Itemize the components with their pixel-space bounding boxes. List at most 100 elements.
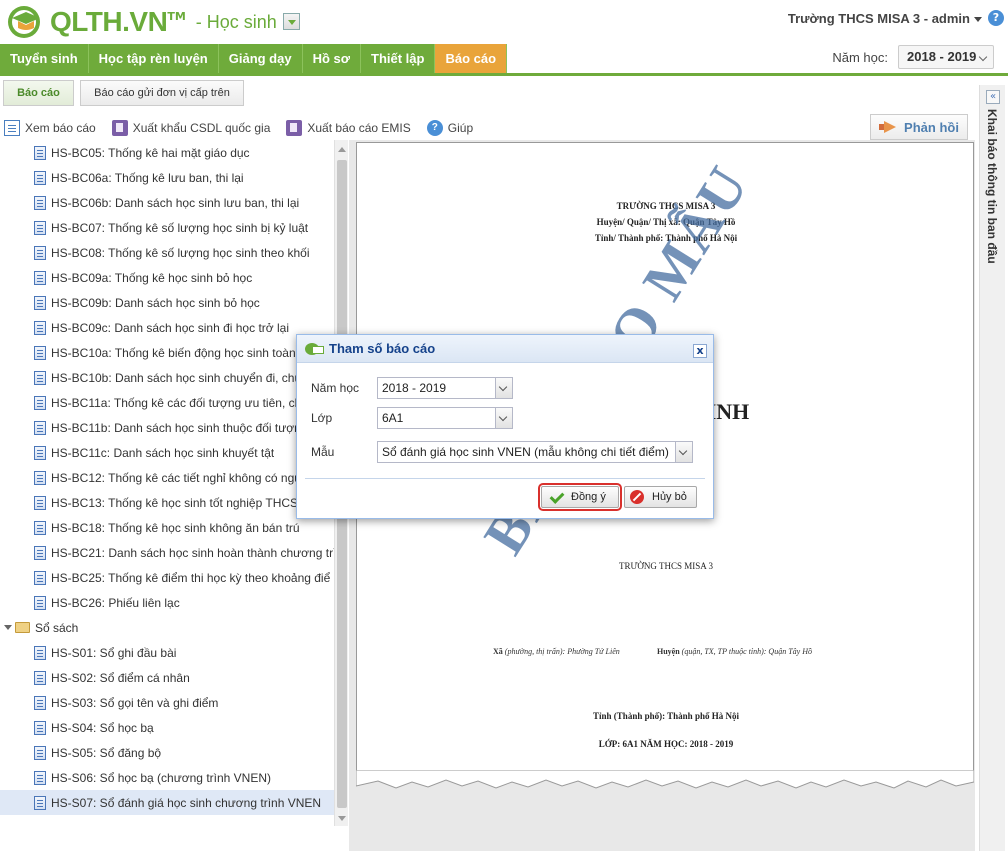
tree-item[interactable]: HS-BC07: Thống kê số lượng học sinh bị k… [0,215,347,240]
view-report-label: Xem báo cáo [25,121,96,135]
document-icon [34,370,46,385]
tree-item[interactable]: HS-BC06b: Danh sách học sinh lưu ban, th… [0,190,347,215]
cancel-button[interactable]: Hủy bỏ [624,486,697,508]
tree-item[interactable]: HS-BC09a: Thống kê học sinh bỏ học [0,265,347,290]
tree-item[interactable]: HS-BC08: Thống kê số lượng học sinh theo… [0,240,347,265]
expand-arrow-icon[interactable] [4,625,12,630]
ok-button[interactable]: Đồng ý [538,483,622,511]
expand-panel-icon[interactable]: « [986,90,1000,104]
template-row: Mẫu Sổ đánh giá học sinh VNEN (mẫu không… [311,441,693,463]
tree-item[interactable]: HS-S01: Sổ ghi đầu bài [0,640,347,665]
tree-item[interactable]: HS-S04: Sổ học bạ [0,715,347,740]
tree-item[interactable]: HS-BC09c: Danh sách học sinh đi học trở … [0,315,347,340]
chevron-down-icon[interactable] [495,378,512,398]
tree-item[interactable]: HS-S02: Sổ điểm cá nhân [0,665,347,690]
dlg-school-year-label: Năm học [311,381,360,395]
tree-item[interactable]: HS-BC10a: Thống kê biến động học sinh to… [0,340,347,365]
preview-class-year: LỚP: 6A1 NĂM HỌC: 2018 - 2019 [598,739,734,749]
tree-item[interactable]: HS-BC10b: Danh sách học sinh chuyển đi, … [0,365,347,390]
chevron-down-icon[interactable] [675,442,692,462]
tree-item[interactable]: HS-BC25: Thống kê điểm thi học kỳ theo k… [0,565,347,590]
side-panel-label[interactable]: Khai báo thông tin ban đầu [985,109,999,264]
tree-item[interactable]: HS-S05: Sổ đăng bộ [0,740,347,765]
document-icon [34,245,46,260]
tree-item[interactable]: HS-BC11a: Thống kê các đối tượng ưu tiên… [0,390,347,415]
tree-item[interactable]: HS-BC11c: Danh sách học sinh khuyết tật [0,440,347,465]
tree-item[interactable]: HS-BC06a: Thống kê lưu ban, thi lại [0,165,347,190]
tree-item[interactable]: HS-BC18: Thống kê học sinh không ăn bán … [0,515,347,540]
preview-commune-hint: (phường, thị trấn): [504,647,566,656]
document-icon [34,570,46,585]
nav-tab[interactable]: Giảng dạy [218,44,303,73]
document-icon [34,295,46,310]
document-icon [34,670,46,685]
tree-item[interactable]: HS-S03: Sổ gọi tên và ghi điểm [0,690,347,715]
help-icon[interactable]: ? [988,10,1004,26]
user-name: Trường THCS MISA 3 - admin [787,11,970,26]
tree-item-label: HS-S01: Sổ ghi đầu bài [51,645,177,660]
export-emis-button[interactable]: Xuất báo cáo EMIS [286,120,411,136]
tree-item-label: HS-BC09a: Thống kê học sinh bỏ học [51,270,253,285]
tab-report[interactable]: Báo cáo [3,80,74,106]
document-icon [34,195,46,210]
help-label: Giúp [447,121,474,135]
tree-item[interactable]: HS-BC09b: Danh sách học sinh bỏ học [0,290,347,315]
nav-tab[interactable]: Thiết lập [361,44,436,73]
nav-tab[interactable]: Tuyển sinh [0,44,89,73]
tree-item-label: HS-S02: Sổ điểm cá nhân [51,670,190,685]
graduation-cap-icon [4,4,48,40]
nav-tab[interactable]: Hồ sơ [302,44,362,73]
tree-item-label: HS-BC08: Thống kê số lượng học sinh theo… [51,245,310,260]
preview-district-label: Huyện [657,647,680,656]
help-button[interactable]: ? Giúp [426,120,474,136]
module-dropdown-button[interactable] [282,12,300,30]
preview-commune-value: Phường Tứ Liên [567,647,620,656]
dlg-class-combo[interactable]: 6A1 [377,407,513,429]
dlg-school-year-combo[interactable]: 2018 - 2019 [377,377,513,399]
sub-tabs: Báo cáo Báo cáo gửi đơn vị cấp trên [0,80,1008,108]
document-icon [34,770,46,785]
app-header: QLTH.VN TM - Học sinh Trường THCS MISA 3… [0,0,1008,44]
tree-item[interactable]: HS-BC13: Thống kê học sinh tốt nghiệp TH… [0,490,347,515]
logo[interactable]: QLTH.VN TM - Học sinh [4,4,300,40]
tree-item-label: HS-BC25: Thống kê điểm thi học kỳ theo k… [51,570,331,585]
chevron-down-icon[interactable] [495,408,512,428]
nav-tab[interactable]: Học tập rèn luyện [88,44,219,73]
export-icon [111,120,128,136]
tree-item[interactable]: HS-S07: Sổ đánh giá học sinh chương trìn… [0,790,347,815]
nav-underline [0,73,1008,76]
document-icon [34,445,46,460]
document-icon [34,395,46,410]
scroll-up-icon[interactable] [338,147,346,152]
tree-item[interactable]: HS-BC12: Thống kê các tiết nghỉ không có… [0,465,347,490]
tree-item-label: HS-BC10a: Thống kê biến động học sinh to… [51,345,296,360]
tree-item[interactable]: HS-BC26: Phiếu liên lạc [0,590,347,615]
tree-item[interactable]: HS-BC05: Thống kê hai mặt giáo dục [0,140,347,165]
nav-tab[interactable]: Báo cáo [435,44,508,73]
dlg-template-combo[interactable]: Sổ đánh giá học sinh VNEN (mẫu không chi… [377,441,693,463]
tab-report-upper[interactable]: Báo cáo gửi đơn vị cấp trên [80,80,244,106]
tree-item-label: HS-S06: Sổ học bạ (chương trình VNEN) [51,770,271,785]
document-icon [34,320,46,335]
export-db-button[interactable]: Xuất khẩu CSDL quốc gia [111,120,270,136]
document-icon [34,645,46,660]
tree-item[interactable]: HS-S06: Sổ học bạ (chương trình VNEN) [0,765,347,790]
tree-item-label: Sổ sách [35,620,79,635]
tree-item[interactable]: HS-BC21: Danh sách học sinh hoàn thành c… [0,540,347,565]
user-menu[interactable]: Trường THCS MISA 3 - admin [788,11,982,26]
document-icon [34,595,46,610]
view-report-button[interactable]: Xem báo cáo [4,120,96,136]
preview-commune-label: Xã [493,647,503,656]
feedback-button[interactable]: Phản hồi [870,114,968,140]
tree-item[interactable]: HS-BC11b: Danh sách học sinh thuộc đối t… [0,415,347,440]
document-icon [34,520,46,535]
close-icon[interactable]: x [693,344,707,358]
export-emis-icon [286,120,303,136]
document-icon [34,420,46,435]
cancel-label: Hủy bỏ [652,491,687,503]
school-year-row: Năm học 2018 - 2019 [311,377,513,399]
tree-folder[interactable]: Sổ sách [0,615,347,640]
scroll-down-icon[interactable] [338,816,346,821]
document-icon [34,345,46,360]
school-year-select[interactable]: 2018 - 2019 [898,45,994,69]
